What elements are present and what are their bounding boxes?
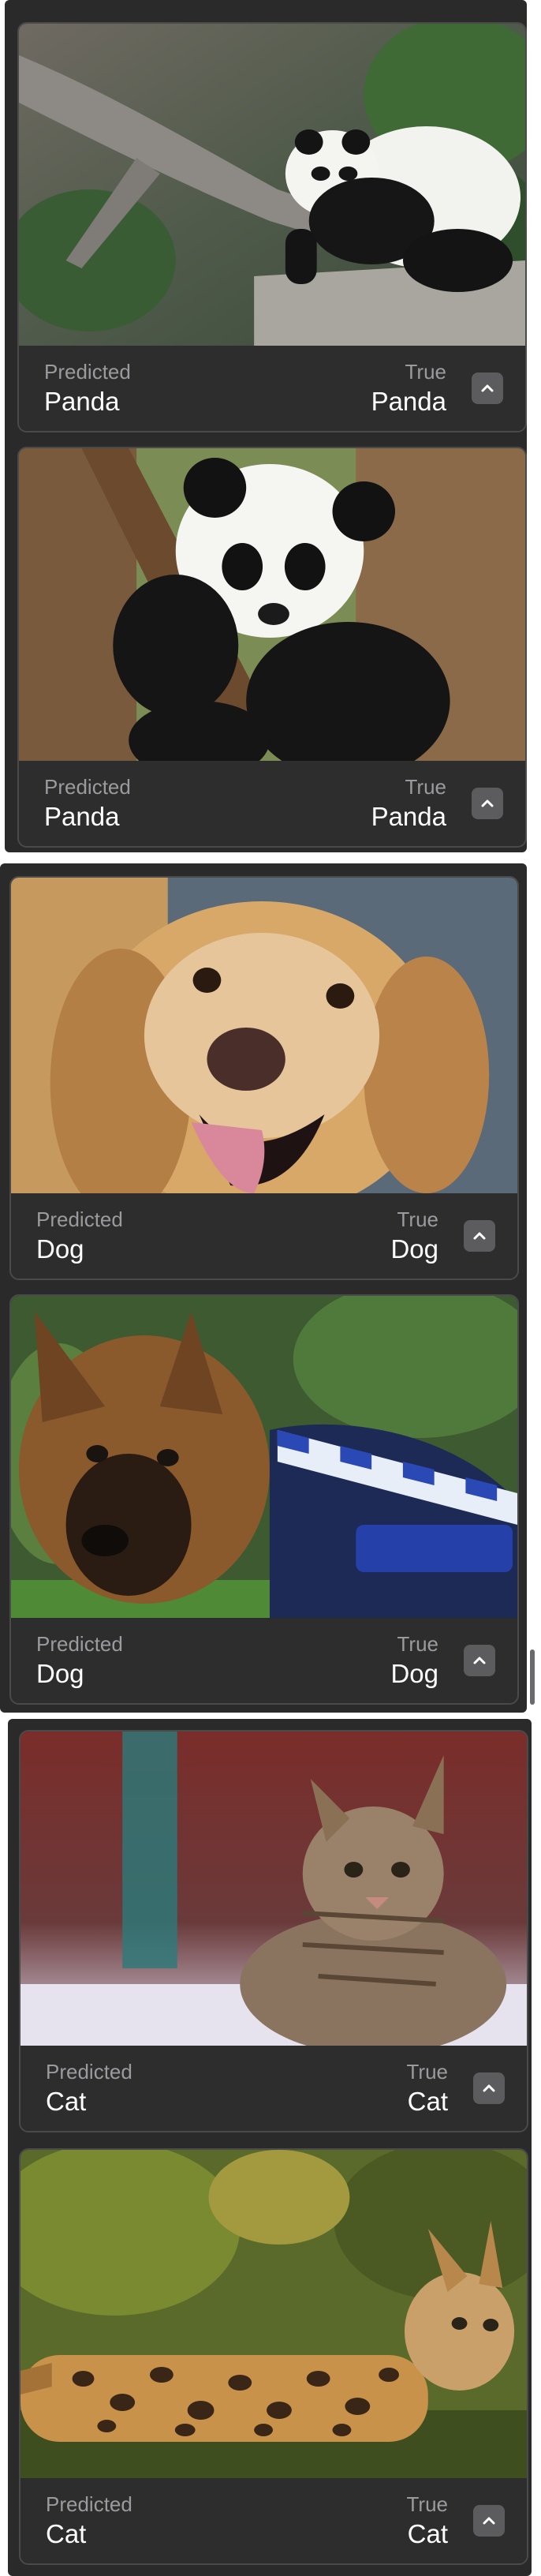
chevron-up-icon[interactable] [464, 1645, 495, 1676]
true-label: Panda [371, 387, 446, 416]
true-label: Dog [390, 1234, 438, 1264]
prediction-info: Predicted Cat True Cat [21, 2478, 527, 2563]
predicted-caption: Predicted [36, 1632, 123, 1656]
prediction-info: Predicted Cat True Cat [21, 2046, 527, 2131]
chevron-up-icon[interactable] [473, 2072, 505, 2104]
true-label: Dog [390, 1659, 438, 1688]
predicted-caption: Predicted [44, 775, 131, 799]
result-card: Predicted Panda True Panda [17, 447, 527, 848]
true-caption: True [406, 2492, 449, 2516]
predicted-label: Cat [46, 2519, 87, 2548]
predicted-caption: Predicted [36, 1208, 123, 1231]
result-card: Predicted Cat True Cat [19, 1730, 528, 2132]
prediction-info: Predicted Dog True Dog [11, 1193, 517, 1279]
result-card: Predicted Dog True Dog [9, 876, 519, 1280]
panda-results-panel: Predicted Panda True Panda Predicted Pan… [5, 0, 527, 852]
predicted-caption: Predicted [46, 2492, 132, 2516]
prediction-info: Predicted Panda True Panda [19, 761, 525, 846]
true-caption: True [406, 2060, 449, 2084]
panda-hugging-tree-photo [19, 448, 525, 764]
predicted-label: Cat [46, 2087, 87, 2116]
bengal-cat-photo [21, 2150, 527, 2481]
panda-on-branch-photo [19, 24, 525, 349]
predicted-label: Dog [36, 1659, 84, 1688]
tabby-kitten-photo [21, 1732, 527, 2049]
predicted-label: Panda [44, 802, 120, 831]
predicted-caption: Predicted [44, 360, 131, 384]
result-card: Predicted Dog True Dog [9, 1294, 519, 1705]
true-caption: True [397, 1208, 439, 1231]
chevron-up-icon[interactable] [472, 788, 503, 819]
predicted-caption: Predicted [46, 2060, 132, 2084]
result-card: Predicted Panda True Panda [17, 22, 527, 432]
true-caption: True [397, 1632, 439, 1656]
scrollbar-thumb[interactable] [530, 1649, 535, 1705]
prediction-info: Predicted Dog True Dog [11, 1618, 517, 1703]
chevron-up-icon[interactable] [472, 373, 503, 404]
chevron-up-icon[interactable] [473, 2505, 505, 2537]
true-label: Panda [371, 802, 446, 831]
true-label: Cat [407, 2087, 448, 2116]
predicted-label: Dog [36, 1234, 84, 1264]
true-caption: True [405, 360, 447, 384]
golden-retriever-photo [11, 878, 517, 1196]
cat-results-panel: Predicted Cat True Cat Predicted Cat Tru… [8, 1719, 532, 2576]
predicted-label: Panda [44, 387, 120, 416]
true-caption: True [405, 775, 447, 799]
results-gallery: Predicted Panda True Panda Predicted Pan… [0, 0, 541, 2576]
prediction-info: Predicted Panda True Panda [19, 346, 525, 431]
true-label: Cat [407, 2519, 448, 2548]
police-puppy-photo [11, 1296, 517, 1621]
chevron-up-icon[interactable] [464, 1220, 495, 1252]
result-card: Predicted Cat True Cat [19, 2148, 528, 2565]
dog-results-panel: Predicted Dog True Dog Predicted Dog Tru… [0, 863, 527, 1713]
